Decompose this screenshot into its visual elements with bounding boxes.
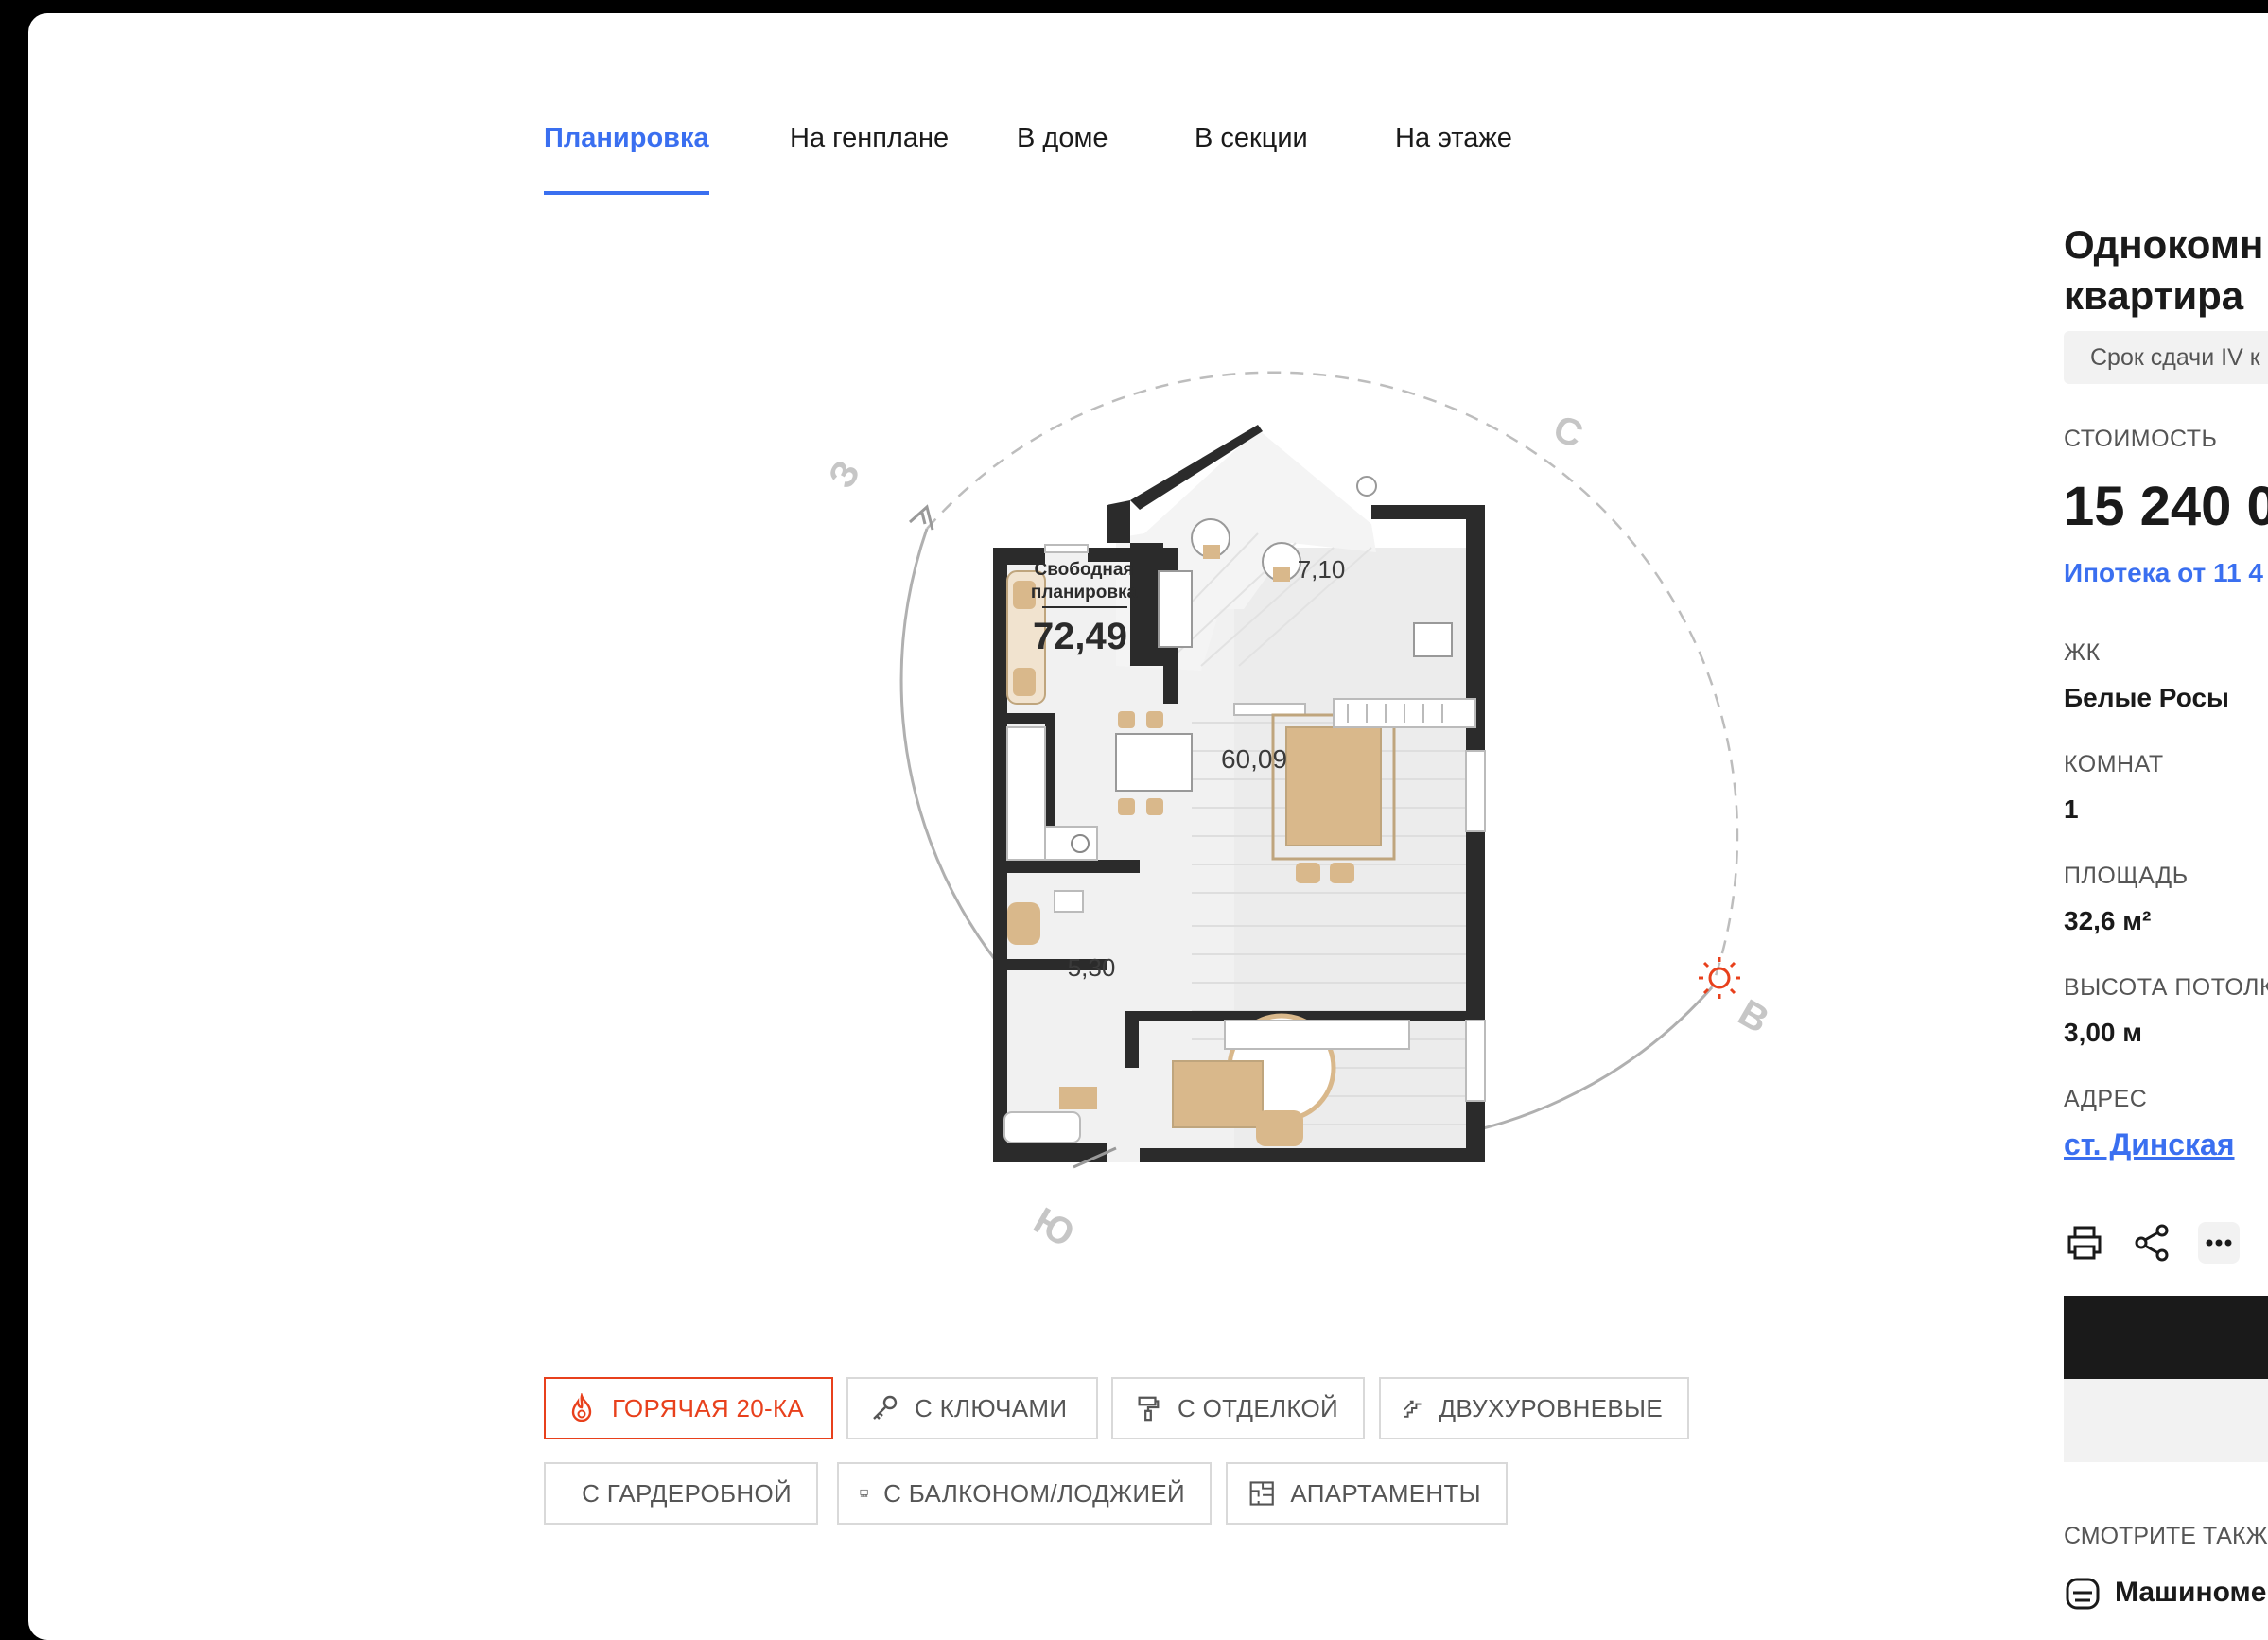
area-label: ПЛОЩАДЬ — [2064, 863, 2189, 890]
floorplan-icon — [1248, 1478, 1275, 1509]
tag-with-wardrobe[interactable]: С ГАРДЕРОБНОЙ — [544, 1462, 818, 1525]
parking-label: Машиноме — [2115, 1577, 2266, 1609]
deadline-badge: Срок сдачи IV к — [2064, 331, 2268, 384]
tag-label: С КЛЮЧАМИ — [915, 1394, 1067, 1423]
tag-with-balcony[interactable]: С БАЛКОНОМ/ЛОДЖИЕЙ — [837, 1462, 1212, 1525]
more-dots-icon — [2198, 1222, 2240, 1264]
tag-apartments[interactable]: АПАРТАМЕНТЫ — [1226, 1462, 1508, 1525]
floor-plan: С З В Ю — [804, 297, 1806, 1290]
complex-value: Белые Росы — [2064, 683, 2229, 713]
tag-label: ГОРЯЧАЯ 20-КА — [612, 1394, 804, 1423]
tag-label: ДВУХУРОВНЕВЫЕ — [1439, 1394, 1663, 1423]
rooms-label: КОМНАТ — [2064, 751, 2164, 778]
see-also-label: СМОТРИТЕ ТАКЖЕ — [2064, 1523, 2268, 1550]
share-icon — [2132, 1222, 2173, 1264]
primary-action-button[interactable] — [2064, 1296, 2268, 1379]
tab-in-section[interactable]: В секции — [1195, 108, 1308, 191]
apartment-title-line1: Однокомн — [2064, 219, 2263, 270]
parking-car-icon — [2064, 1574, 2102, 1612]
tab-on-floor[interactable]: На этаже — [1395, 108, 1512, 191]
apartment-title: Однокомн квартира — [2064, 219, 2263, 322]
tag-label: С ГАРДЕРОБНОЙ — [582, 1479, 792, 1509]
tag-hot-20[interactable]: ГОРЯЧАЯ 20-КА — [544, 1377, 833, 1439]
ceiling-label: ВЫСОТА ПОТОЛК — [2064, 974, 2268, 1002]
total-area-label: 72,49 — [1033, 616, 1127, 657]
tag-with-keys[interactable]: С КЛЮЧАМИ — [846, 1377, 1098, 1439]
paint-roller-icon — [1134, 1393, 1162, 1423]
rooms-value: 1 — [2064, 794, 2079, 825]
balcony-area-label: 7,10 — [1298, 555, 1346, 584]
mortgage-link[interactable]: Ипотека от 11 4 — [2064, 558, 2263, 588]
stairs-icon — [1402, 1393, 1423, 1423]
compass-south-label: Ю — [1027, 1200, 1082, 1256]
address-link[interactable]: ст. Динская — [2064, 1127, 2235, 1161]
share-button[interactable] — [2132, 1222, 2173, 1264]
compass-north-label: С — [1548, 408, 1588, 456]
compass-east-label: В — [1732, 992, 1776, 1042]
tab-layout[interactable]: Планировка — [544, 108, 709, 195]
free-layout-line2: планировка — [1031, 583, 1138, 602]
ceiling-value: 3,00 м — [2064, 1018, 2142, 1048]
printer-icon — [2064, 1222, 2105, 1264]
living-area-label: 60,09 — [1221, 744, 1287, 774]
area-value: 32,6 м² — [2064, 906, 2151, 936]
compass-west-label: З — [821, 454, 869, 496]
complex-label: ЖК — [2064, 639, 2101, 667]
tag-label: С БАЛКОНОМ/ЛОДЖИЕЙ — [883, 1479, 1185, 1509]
apartment-title-line2: квартира — [2064, 270, 2263, 322]
tag-label: АПАРТАМЕНТЫ — [1290, 1479, 1481, 1509]
tag-with-finishing[interactable]: С ОТДЕЛКОЙ — [1111, 1377, 1365, 1439]
tag-label: С ОТДЕЛКОЙ — [1178, 1394, 1338, 1423]
bathroom-area-label: 5,30 — [1068, 953, 1116, 982]
tag-two-level[interactable]: ДВУХУРОВНЕВЫЕ — [1379, 1377, 1689, 1439]
tab-masterplan[interactable]: На генплане — [790, 108, 949, 191]
print-button[interactable] — [2064, 1222, 2105, 1264]
price-value: 15 240 0 — [2064, 475, 2268, 538]
more-button[interactable] — [2198, 1222, 2240, 1264]
address-label: АДРЕС — [2064, 1086, 2147, 1113]
balcony-icon — [860, 1478, 868, 1509]
price-label: СТОИМОСТЬ — [2064, 426, 2217, 453]
tab-in-building[interactable]: В доме — [1017, 108, 1108, 191]
secondary-action-button[interactable] — [2064, 1379, 2268, 1462]
key-icon — [869, 1393, 899, 1423]
free-layout-line1: Свободная — [1034, 560, 1133, 580]
listing-panel: Планировка На генплане В доме В секции Н… — [28, 13, 2268, 1640]
flame-icon — [567, 1393, 597, 1423]
parking-link[interactable]: Машиноме — [2064, 1574, 2266, 1612]
